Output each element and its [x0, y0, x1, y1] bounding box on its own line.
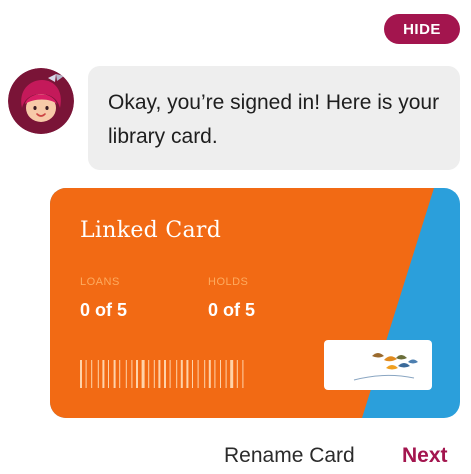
loans-value: 0 of 5 — [80, 300, 128, 320]
hide-button[interactable]: HIDE — [384, 14, 460, 44]
chat-message-text: Okay, you’re signed in! Here is your lib… — [108, 91, 440, 148]
holds-value: 0 of 5 — [208, 300, 256, 320]
loans-label: LOANS — [80, 276, 120, 288]
barcode-icon — [80, 360, 244, 388]
rename-card-button[interactable]: Rename Card — [224, 444, 355, 468]
library-card[interactable]: Linked Card LOANS 0 of 5 HOLDS 0 of 5 — [50, 188, 460, 418]
chat-message-bubble: Okay, you’re signed in! Here is your lib… — [88, 66, 460, 170]
card-title: Linked Card — [80, 218, 222, 243]
next-button[interactable]: Next — [402, 444, 448, 468]
library-birds-logo-icon — [353, 353, 418, 381]
librarian-avatar-icon — [8, 68, 74, 134]
holds-label: HOLDS — [208, 276, 249, 288]
library-logo-badge — [324, 340, 432, 390]
signin-confirmation-screen: HIDE Okay, you’re signed in! Here is you… — [0, 0, 471, 474]
